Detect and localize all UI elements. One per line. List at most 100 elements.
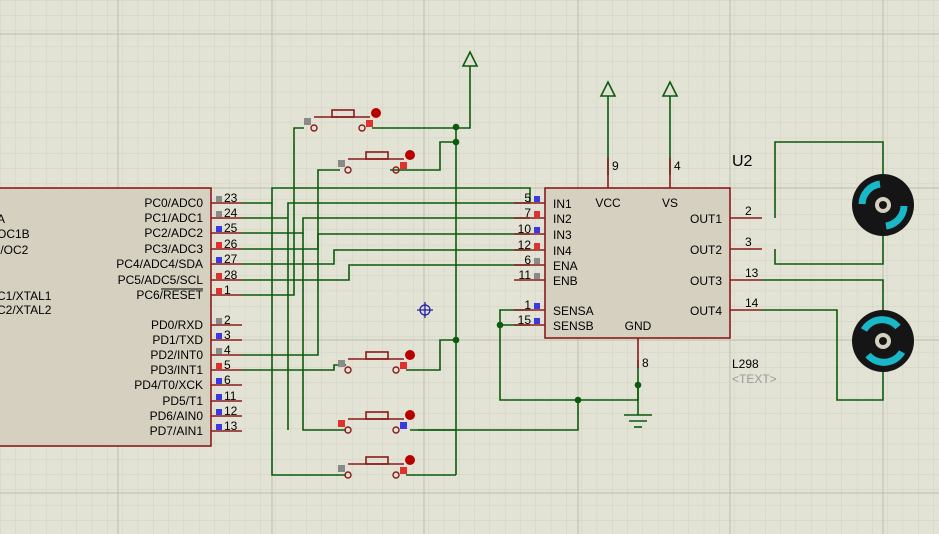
mcu-pin-number: 11 [224, 389, 237, 403]
l298-pin-marker [534, 243, 540, 249]
mcu-pin-label: PC3/ADC3 [144, 242, 203, 256]
button-terminal-marker [400, 467, 407, 474]
mcu-pin-number: 13 [224, 419, 238, 433]
mcu-left-label: OC1B [0, 227, 30, 241]
l298-pin-marker [534, 227, 540, 233]
button-terminal-marker [366, 120, 373, 127]
mcu-pin-marker [216, 288, 222, 294]
mcu-pin-number: 5 [224, 358, 231, 372]
mcu-pin-label: PC2/ADC2 [144, 226, 203, 240]
mcu-pin-label: PD1/TXD [152, 333, 203, 347]
mcu-pin-number: 27 [224, 252, 238, 266]
schematic-canvas[interactable]: AOC1BI/OC2iC1/XTAL1C2/XTAL2 23PC0/ADC024… [0, 0, 939, 534]
mcu-pin-label: PD3/INT1 [150, 363, 203, 377]
l298-reference: U2 [732, 153, 753, 170]
l298-pin-label: IN3 [553, 228, 572, 242]
button-state-led [405, 350, 415, 360]
button-terminal-marker [338, 465, 345, 472]
l298-pin-number: 8 [642, 356, 649, 370]
mcu-pin-number: 4 [224, 343, 231, 357]
mcu-pin-marker [216, 257, 222, 263]
mcu-pin-marker [216, 196, 222, 202]
mcu-pin-marker [216, 211, 222, 217]
mcu-pin-label: PD2/INT0 [150, 348, 203, 362]
l298-pin-number: 3 [745, 235, 752, 249]
l298-pin-label: IN4 [553, 244, 572, 258]
button-terminal-marker [338, 360, 345, 367]
l298-pin-number: 9 [612, 159, 619, 173]
l298-pin-number: 5 [524, 191, 531, 205]
l298-pin-marker [534, 318, 540, 324]
mcu-pin-marker [216, 394, 222, 400]
button-terminal-marker [304, 118, 311, 125]
l298-pin-label: VS [662, 196, 678, 210]
mcu-pin-marker [216, 378, 222, 384]
mcu-pin-label: PC4/ADC4/SDA [116, 257, 203, 271]
button-terminal-marker [338, 420, 345, 427]
l298-pin-number: 10 [518, 222, 532, 236]
button-terminal-marker [400, 422, 407, 429]
mcu-pin-label: PD4/T0/XCK [134, 378, 203, 392]
l298-pin-marker [534, 258, 540, 264]
button-state-led [405, 150, 415, 160]
mcu-pin-marker [216, 226, 222, 232]
mcu-pin-number: 2 [224, 313, 231, 327]
mcu-pin-marker [216, 333, 222, 339]
motor-1-shaft-core [879, 201, 887, 209]
mcu-pin-number: 26 [224, 237, 238, 251]
l298-pin-label: VCC [595, 196, 621, 210]
button-state-led [405, 410, 415, 420]
mcu-pin-number: 6 [224, 373, 231, 387]
mcu-pin-marker [216, 348, 222, 354]
l298-part-name: L298 [732, 357, 759, 371]
mcu-pin-number: 3 [224, 328, 231, 342]
l298-pin-label: IN2 [553, 212, 572, 226]
l298-pin-label: IN1 [553, 197, 572, 211]
mcu-pin-label: PC6/RESET [136, 288, 203, 302]
l298-pin-label: GND [625, 319, 652, 333]
mcu-pin-label: PD6/AIN0 [150, 409, 204, 423]
button-state-led [405, 455, 415, 465]
l298-pin-label: SENSA [553, 304, 594, 318]
mcu-pin-number: 24 [224, 206, 238, 220]
l298-pin-number: 14 [745, 296, 759, 310]
dc-motor-2[interactable] [852, 310, 914, 372]
button-terminal-marker [400, 162, 407, 169]
mcu-pin-number: 12 [224, 404, 238, 418]
mcu-left-label: A [0, 212, 5, 226]
mcu-pin-marker [216, 273, 222, 279]
mcu-pin-number: 23 [224, 191, 238, 205]
l298-pin-number: 15 [518, 313, 532, 327]
l298-pin-number: 7 [524, 206, 531, 220]
l298-pin-number: 1 [524, 298, 531, 312]
l298-pin-label: OUT3 [690, 274, 722, 288]
l298-pin-number: 11 [519, 268, 532, 282]
l298-pin-label: ENA [553, 259, 578, 273]
motor-2-shaft-core [879, 337, 887, 345]
l298-pin-marker [534, 303, 540, 309]
mcu-left-label: C1/XTAL1 [0, 289, 52, 303]
mcu-pin-number: 25 [224, 221, 238, 235]
l298-pin-number: 12 [518, 238, 532, 252]
mcu-pin-label: PD5/T1 [162, 394, 203, 408]
mcu-pin-label: PC1/ADC1 [144, 211, 203, 225]
l298-pin-number: 13 [745, 266, 759, 280]
mcu-pin-marker [216, 242, 222, 248]
mcu-pin-label: PD0/RXD [151, 318, 203, 332]
button-terminal-marker [400, 362, 407, 369]
l298-pin-number: 2 [745, 204, 752, 218]
l298-pin-label: ENB [553, 274, 578, 288]
mcu-pin-number: 28 [224, 268, 238, 282]
l298-pin-label: OUT4 [690, 304, 722, 318]
l298-pin-number: 4 [674, 159, 681, 173]
mcu-pin-marker [216, 424, 222, 430]
l298-pin-marker [534, 196, 540, 202]
l298-pin-number: 6 [524, 253, 531, 267]
mcu-pin-marker [216, 363, 222, 369]
mcu-left-label: C2/XTAL2 [0, 303, 52, 317]
mcu-pin-marker [216, 318, 222, 324]
mcu-pin-label: PC5/ADC5/SCL [118, 273, 204, 287]
dc-motor-1[interactable] [852, 174, 914, 236]
microcontroller[interactable]: AOC1BI/OC2iC1/XTAL1C2/XTAL2 23PC0/ADC024… [0, 187, 242, 447]
mcu-pin-number: 1 [224, 283, 231, 297]
